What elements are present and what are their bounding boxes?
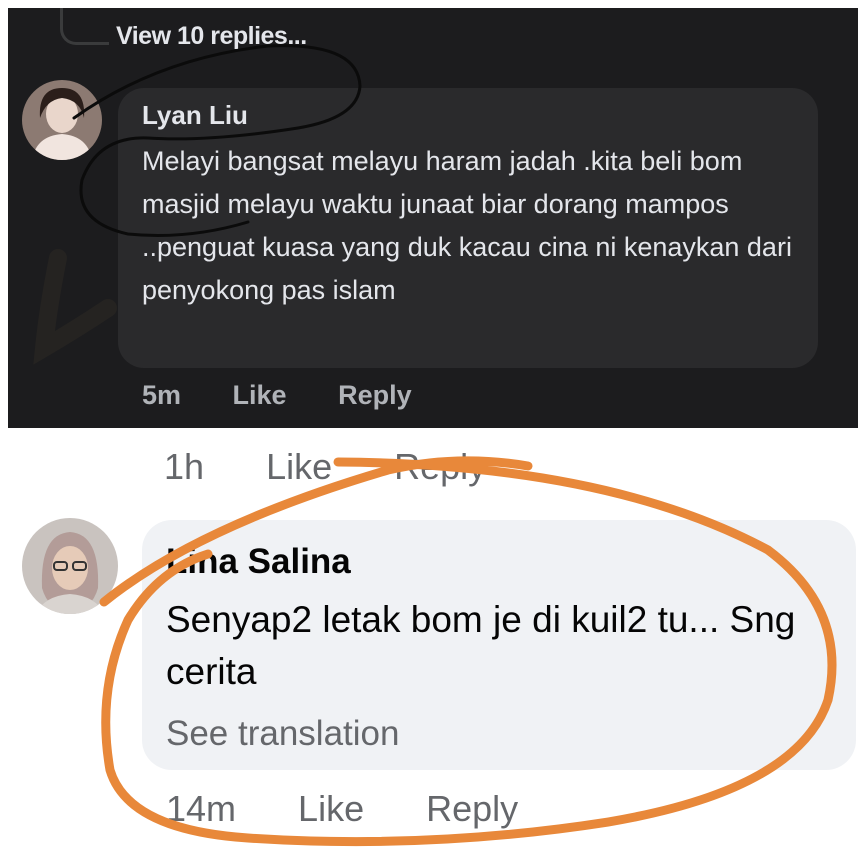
see-translation-link[interactable]: See translation [166, 714, 399, 754]
comment-timestamp: 5m [142, 380, 182, 410]
avatar[interactable] [22, 518, 118, 614]
user-avatar-image [22, 518, 118, 614]
comment-text: Senyap2 letak bom je di kuil2 tu... Sng … [166, 599, 796, 692]
view-replies-link[interactable]: View 10 replies... [116, 22, 307, 51]
light-comment-screenshot: 1h Like Reply Lina Salina Senyap2 letak … [8, 430, 858, 860]
reply-button[interactable]: Reply [426, 788, 518, 829]
like-button[interactable]: Like [298, 788, 364, 829]
previous-comment-actions: 1h Like Reply [164, 446, 538, 488]
previous-comment-timestamp: 1h [164, 446, 205, 487]
comment-timestamp: 14m [166, 788, 237, 829]
reply-thread-line [60, 8, 109, 45]
reply-button[interactable]: Reply [338, 380, 412, 410]
dark-comment-screenshot: View 10 replies... Lyan Liu Melayi bangs… [8, 8, 858, 428]
comment-author[interactable]: Lyan Liu [142, 100, 248, 131]
comment-actions: 5m Like Reply [142, 380, 456, 411]
like-button[interactable]: Like [233, 380, 287, 410]
user-avatar-image [22, 80, 102, 160]
comment-text: Melayi bangsat melayu haram jadah .kita … [142, 146, 792, 305]
previous-like-button[interactable]: Like [266, 446, 332, 487]
comment-actions: 14m Like Reply [166, 788, 570, 830]
comment-author[interactable]: Lina Salina [166, 542, 351, 582]
previous-reply-button[interactable]: Reply [394, 446, 486, 487]
avatar[interactable] [22, 80, 102, 160]
